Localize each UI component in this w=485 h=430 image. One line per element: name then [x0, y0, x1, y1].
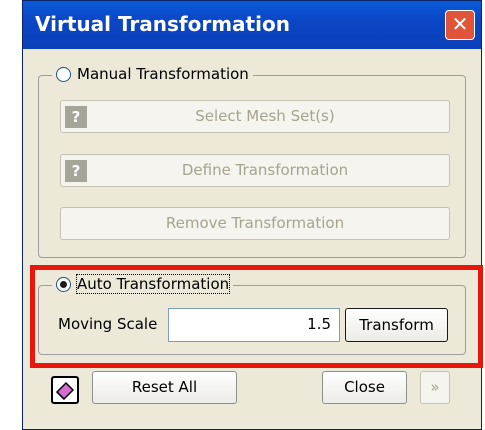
- expand-button[interactable]: »: [420, 371, 450, 404]
- manual-radio-icon: [56, 66, 71, 82]
- define-transformation-label: Define Transformation: [181, 161, 349, 179]
- close-button[interactable]: Close: [322, 371, 407, 404]
- manual-transformation-radio[interactable]: Manual Transformation: [52, 65, 253, 83]
- manual-transformation-label: Manual Transformation: [77, 65, 249, 83]
- close-x-icon: ✕: [451, 12, 469, 36]
- eraser-icon[interactable]: [51, 376, 79, 404]
- select-mesh-set-label: Select Mesh Set(s): [195, 107, 335, 125]
- remove-transformation-button[interactable]: Remove Transformation: [60, 207, 450, 240]
- help-question-icon: ?: [65, 106, 87, 128]
- remove-transformation-label: Remove Transformation: [165, 214, 345, 232]
- window-title: Virtual Transformation: [35, 12, 290, 36]
- double-chevron-right-icon: »: [430, 378, 440, 396]
- title-bar[interactable]: Virtual Transformation ✕: [23, 1, 481, 49]
- highlight-box: [30, 265, 483, 368]
- close-label: Close: [344, 378, 385, 396]
- close-window-button[interactable]: ✕: [445, 10, 475, 40]
- define-transformation-button[interactable]: ? Define Transformation: [60, 154, 450, 187]
- help-question-icon: ?: [65, 160, 87, 182]
- reset-all-button[interactable]: Reset All: [92, 371, 237, 404]
- reset-all-label: Reset All: [131, 378, 198, 396]
- select-mesh-set-button[interactable]: ? Select Mesh Set(s): [60, 100, 450, 133]
